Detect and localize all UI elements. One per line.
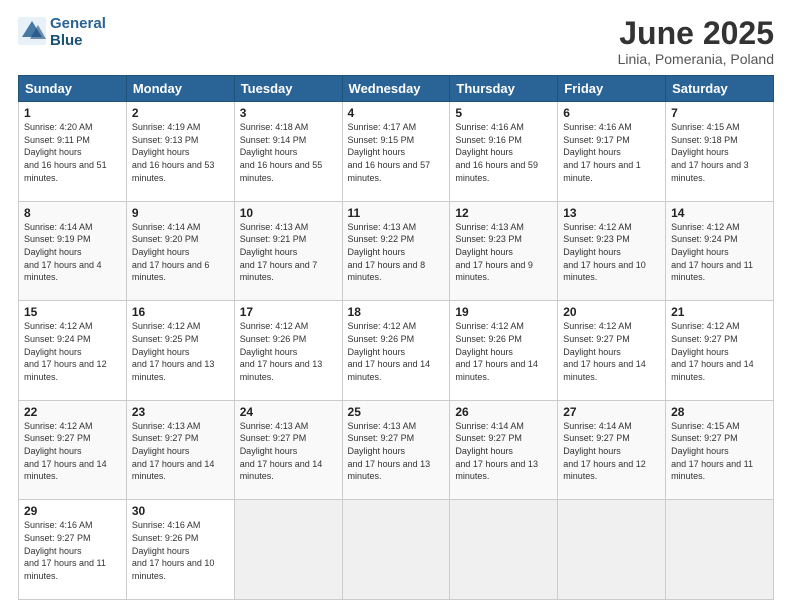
calendar-cell: 18Sunrise: 4:12 AMSunset: 9:26 PMDayligh… xyxy=(342,301,450,401)
calendar-cell: 6Sunrise: 4:16 AMSunset: 9:17 PMDaylight… xyxy=(558,102,666,202)
title-block: June 2025 Linia, Pomerania, Poland xyxy=(618,16,774,67)
calendar-cell xyxy=(666,500,774,600)
calendar-cell: 3Sunrise: 4:18 AMSunset: 9:14 PMDaylight… xyxy=(234,102,342,202)
calendar-cell: 28Sunrise: 4:15 AMSunset: 9:27 PMDayligh… xyxy=(666,400,774,500)
calendar-cell: 16Sunrise: 4:12 AMSunset: 9:25 PMDayligh… xyxy=(126,301,234,401)
calendar-cell: 21Sunrise: 4:12 AMSunset: 9:27 PMDayligh… xyxy=(666,301,774,401)
calendar-cell: 7Sunrise: 4:15 AMSunset: 9:18 PMDaylight… xyxy=(666,102,774,202)
calendar-cell: 12Sunrise: 4:13 AMSunset: 9:23 PMDayligh… xyxy=(450,201,558,301)
header-sunday: Sunday xyxy=(19,76,127,102)
header-wednesday: Wednesday xyxy=(342,76,450,102)
calendar-cell xyxy=(234,500,342,600)
calendar-cell: 24Sunrise: 4:13 AMSunset: 9:27 PMDayligh… xyxy=(234,400,342,500)
calendar-cell: 27Sunrise: 4:14 AMSunset: 9:27 PMDayligh… xyxy=(558,400,666,500)
logo-icon xyxy=(18,17,46,45)
calendar-cell: 10Sunrise: 4:13 AMSunset: 9:21 PMDayligh… xyxy=(234,201,342,301)
page: General Blue June 2025 Linia, Pomerania,… xyxy=(0,0,792,612)
week-row-1: 1Sunrise: 4:20 AMSunset: 9:11 PMDaylight… xyxy=(19,102,774,202)
header: General Blue June 2025 Linia, Pomerania,… xyxy=(18,16,774,67)
calendar-cell: 26Sunrise: 4:14 AMSunset: 9:27 PMDayligh… xyxy=(450,400,558,500)
logo: General Blue xyxy=(18,16,106,49)
calendar-cell: 22Sunrise: 4:12 AMSunset: 9:27 PMDayligh… xyxy=(19,400,127,500)
calendar-cell: 14Sunrise: 4:12 AMSunset: 9:24 PMDayligh… xyxy=(666,201,774,301)
logo-text: General Blue xyxy=(50,16,106,49)
calendar-cell: 29Sunrise: 4:16 AMSunset: 9:27 PMDayligh… xyxy=(19,500,127,600)
calendar-cell: 17Sunrise: 4:12 AMSunset: 9:26 PMDayligh… xyxy=(234,301,342,401)
calendar-cell: 13Sunrise: 4:12 AMSunset: 9:23 PMDayligh… xyxy=(558,201,666,301)
calendar-cell: 20Sunrise: 4:12 AMSunset: 9:27 PMDayligh… xyxy=(558,301,666,401)
header-thursday: Thursday xyxy=(450,76,558,102)
calendar-cell: 30Sunrise: 4:16 AMSunset: 9:26 PMDayligh… xyxy=(126,500,234,600)
weekday-header-row: Sunday Monday Tuesday Wednesday Thursday… xyxy=(19,76,774,102)
calendar-location: Linia, Pomerania, Poland xyxy=(618,51,774,67)
calendar-cell: 9Sunrise: 4:14 AMSunset: 9:20 PMDaylight… xyxy=(126,201,234,301)
calendar-cell: 23Sunrise: 4:13 AMSunset: 9:27 PMDayligh… xyxy=(126,400,234,500)
calendar-cell: 25Sunrise: 4:13 AMSunset: 9:27 PMDayligh… xyxy=(342,400,450,500)
header-saturday: Saturday xyxy=(666,76,774,102)
calendar-cell: 5Sunrise: 4:16 AMSunset: 9:16 PMDaylight… xyxy=(450,102,558,202)
calendar-title: June 2025 xyxy=(618,16,774,51)
week-row-2: 8Sunrise: 4:14 AMSunset: 9:19 PMDaylight… xyxy=(19,201,774,301)
calendar-cell xyxy=(342,500,450,600)
header-tuesday: Tuesday xyxy=(234,76,342,102)
calendar-cell: 1Sunrise: 4:20 AMSunset: 9:11 PMDaylight… xyxy=(19,102,127,202)
header-friday: Friday xyxy=(558,76,666,102)
calendar-cell xyxy=(450,500,558,600)
calendar-cell: 2Sunrise: 4:19 AMSunset: 9:13 PMDaylight… xyxy=(126,102,234,202)
calendar-cell: 11Sunrise: 4:13 AMSunset: 9:22 PMDayligh… xyxy=(342,201,450,301)
calendar-cell: 4Sunrise: 4:17 AMSunset: 9:15 PMDaylight… xyxy=(342,102,450,202)
week-row-5: 29Sunrise: 4:16 AMSunset: 9:27 PMDayligh… xyxy=(19,500,774,600)
calendar-cell: 8Sunrise: 4:14 AMSunset: 9:19 PMDaylight… xyxy=(19,201,127,301)
calendar-cell xyxy=(558,500,666,600)
calendar-cell: 15Sunrise: 4:12 AMSunset: 9:24 PMDayligh… xyxy=(19,301,127,401)
calendar-cell: 19Sunrise: 4:12 AMSunset: 9:26 PMDayligh… xyxy=(450,301,558,401)
header-monday: Monday xyxy=(126,76,234,102)
week-row-3: 15Sunrise: 4:12 AMSunset: 9:24 PMDayligh… xyxy=(19,301,774,401)
calendar-table: Sunday Monday Tuesday Wednesday Thursday… xyxy=(18,75,774,600)
week-row-4: 22Sunrise: 4:12 AMSunset: 9:27 PMDayligh… xyxy=(19,400,774,500)
